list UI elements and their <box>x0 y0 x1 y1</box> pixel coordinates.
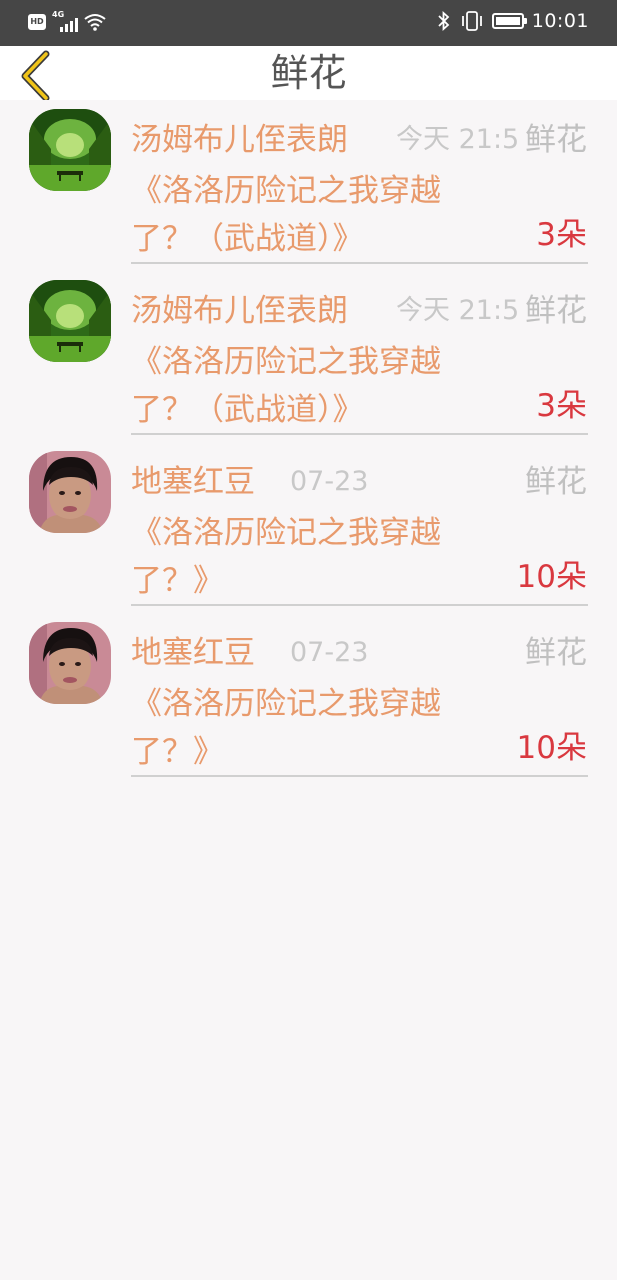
post-time: 07-23 <box>290 637 369 668</box>
status-bar: HD 4G 10:01 <box>0 0 617 46</box>
book-title[interactable]: 《洛洛历险记之我穿越了？》 <box>131 509 501 605</box>
forest-avatar[interactable] <box>29 109 111 191</box>
gift-type: 鲜花 <box>525 633 587 673</box>
list-item[interactable]: 地塞红豆 07-23 鲜花 《洛洛历险记之我穿越了？》 10朵 <box>0 442 617 613</box>
status-time: 10:01 <box>531 10 589 32</box>
vibrate-icon <box>461 11 482 31</box>
post-time: 07-23 <box>290 466 369 497</box>
user-name[interactable]: 地塞红豆 <box>131 633 255 673</box>
battery-icon <box>491 13 527 29</box>
post-time: 今天 21:5 <box>396 295 520 326</box>
user-name[interactable]: 地塞红豆 <box>131 462 255 502</box>
divider <box>131 604 588 606</box>
book-title[interactable]: 《洛洛历险记之我穿越了？（武战道）》 <box>131 338 501 434</box>
flower-count: 10朵 <box>516 730 587 766</box>
wifi-icon <box>84 14 106 31</box>
flower-count: 3朵 <box>536 388 587 424</box>
gift-type: 鲜花 <box>525 120 587 160</box>
book-title[interactable]: 《洛洛历险记之我穿越了？》 <box>131 680 501 776</box>
page-title: 鲜花 <box>270 51 347 95</box>
flower-list: 汤姆布儿侄表朗 今天 21:5 鲜花 《洛洛历险记之我穿越了？（武战道）》 3朵… <box>0 100 617 784</box>
person-avatar[interactable] <box>29 451 111 533</box>
list-item[interactable]: 地塞红豆 07-23 鲜花 《洛洛历险记之我穿越了？》 10朵 <box>0 613 617 784</box>
divider <box>131 775 588 777</box>
post-time: 今天 21:5 <box>396 124 520 155</box>
user-name[interactable]: 汤姆布儿侄表朗 <box>131 120 348 160</box>
forest-avatar[interactable] <box>29 280 111 362</box>
user-name[interactable]: 汤姆布儿侄表朗 <box>131 291 348 331</box>
flower-count: 10朵 <box>516 559 587 595</box>
flower-count: 3朵 <box>536 217 587 253</box>
gift-type: 鲜花 <box>525 291 587 331</box>
signal-4g-icon: 4G <box>52 10 78 32</box>
hd-icon: HD <box>28 14 46 30</box>
divider <box>131 433 588 435</box>
list-item[interactable]: 汤姆布儿侄表朗 今天 21:5 鲜花 《洛洛历险记之我穿越了？（武战道）》 3朵 <box>0 100 617 271</box>
person-avatar[interactable] <box>29 622 111 704</box>
list-item[interactable]: 汤姆布儿侄表朗 今天 21:5 鲜花 《洛洛历险记之我穿越了？（武战道）》 3朵 <box>0 271 617 442</box>
bluetooth-icon <box>438 10 450 32</box>
nav-bar: 鲜花 <box>0 46 617 102</box>
divider <box>131 262 588 264</box>
gift-type: 鲜花 <box>525 462 587 502</box>
book-title[interactable]: 《洛洛历险记之我穿越了？（武战道）》 <box>131 167 501 263</box>
